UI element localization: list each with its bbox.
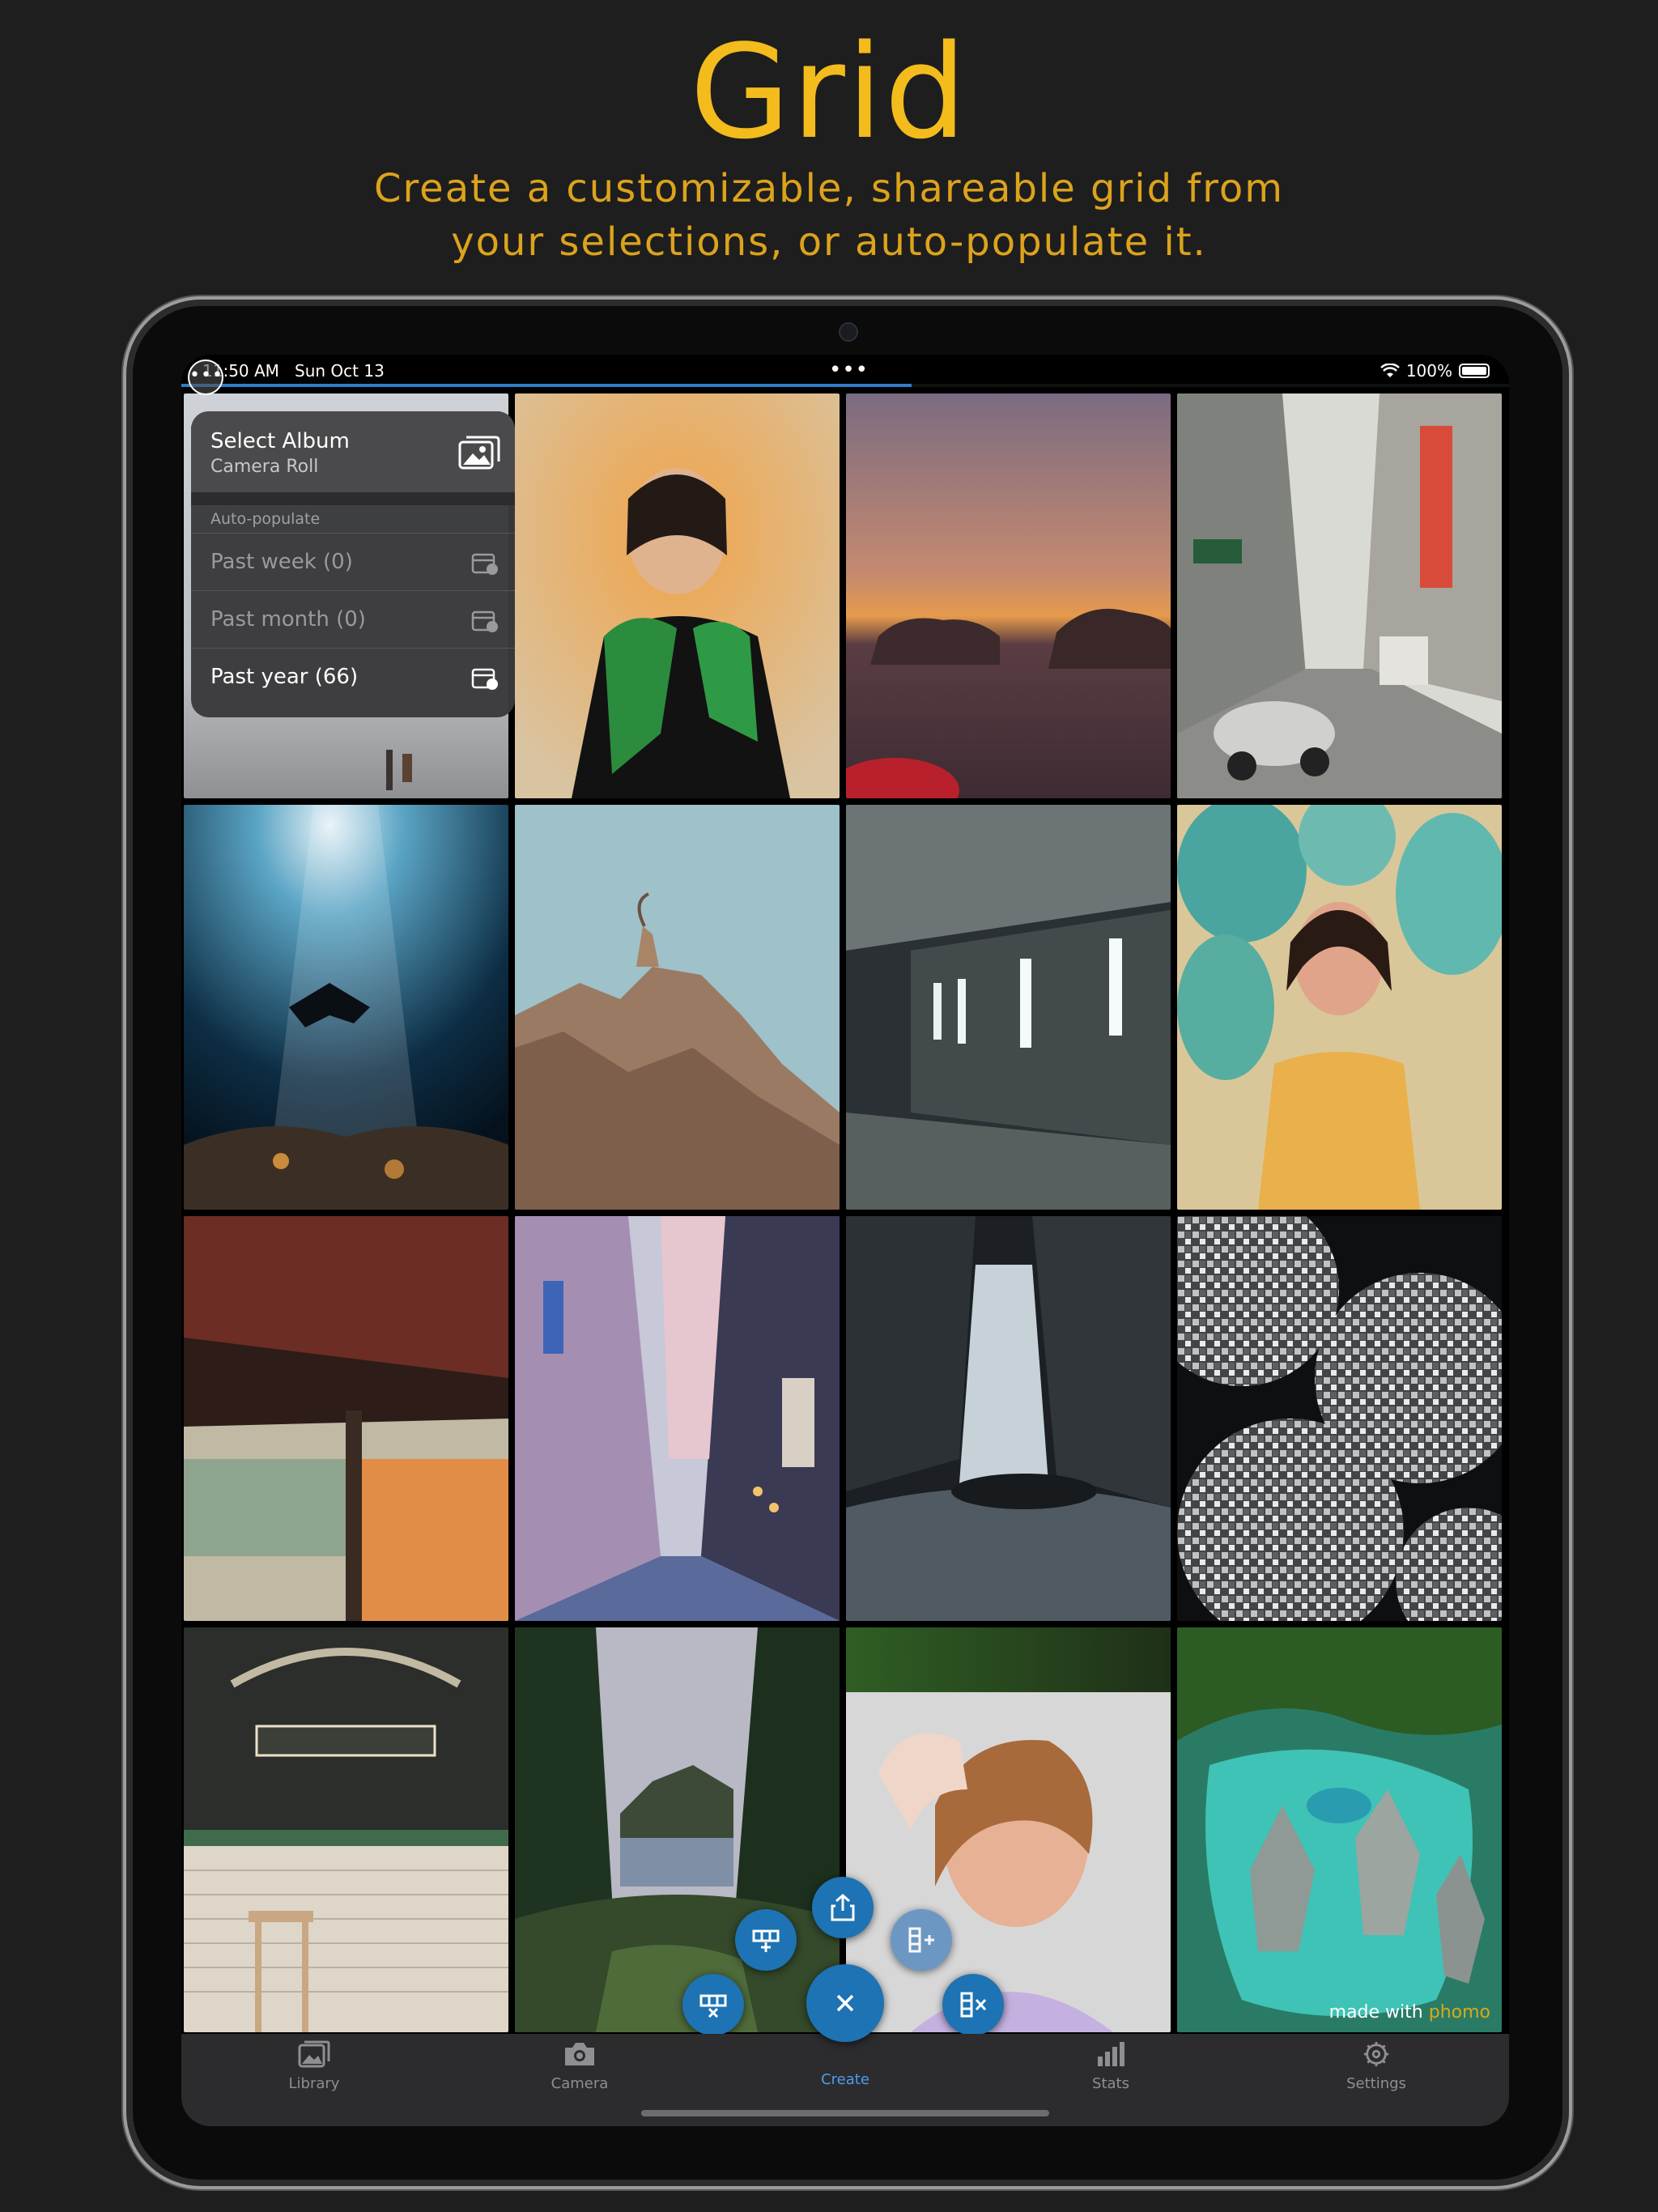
- tab-create[interactable]: Create: [780, 2040, 910, 2088]
- tab-library[interactable]: Library: [249, 2040, 379, 2092]
- grid-tile-10[interactable]: [515, 1216, 840, 1621]
- photo-album-icon: [458, 436, 500, 470]
- headline: Grid: [690, 16, 968, 168]
- select-album-label: Select Album: [210, 429, 350, 453]
- tab-settings[interactable]: Settings: [1312, 2040, 1441, 2092]
- battery-icon: [1459, 364, 1490, 378]
- add-column-icon: [908, 1927, 934, 1953]
- album-menu: Select Album Camera Roll Auto-populate P…: [191, 411, 515, 717]
- photo-woman-balloons: [1177, 805, 1502, 1210]
- photo-street-scooter: [1177, 393, 1502, 798]
- remove-column-icon: [960, 1992, 987, 2018]
- remove-column-button[interactable]: [942, 1974, 1004, 2035]
- photo-waterfall: [846, 1216, 1171, 1621]
- photo-ibex-on-rock: [515, 805, 840, 1210]
- share-button[interactable]: [812, 1877, 874, 1938]
- grid-tile-6[interactable]: [515, 805, 840, 1210]
- share-icon: [831, 1894, 855, 1921]
- calendar-add-icon: [471, 610, 498, 632]
- photo-city-alley: [515, 1216, 840, 1621]
- tab-bar: Library Camera Create Stats Settings: [181, 2034, 1509, 2126]
- grid-tile-12[interactable]: [1177, 1216, 1502, 1621]
- progress-fill: [181, 384, 912, 387]
- grid-tile-11[interactable]: [846, 1216, 1171, 1621]
- remove-row-icon: [699, 1994, 727, 2018]
- calendar-add-icon: [471, 553, 498, 575]
- grid-tile-14[interactable]: [515, 1627, 840, 2032]
- tab-camera[interactable]: Camera: [515, 2040, 644, 2092]
- photo-forest-coast: [515, 1627, 840, 2032]
- photo-burger-shop: [184, 1627, 508, 2032]
- remove-row-button[interactable]: [682, 1974, 744, 2035]
- battery-percent: 100%: [1405, 361, 1452, 381]
- auto-populate-label: Auto-populate: [210, 510, 321, 528]
- grid-tile-3[interactable]: [846, 393, 1171, 798]
- grid-tile-15[interactable]: [846, 1627, 1171, 2032]
- photo-library-icon: [298, 2040, 330, 2068]
- grid-tile-13[interactable]: [184, 1627, 508, 2032]
- subheadline-line-2: your selections, or auto-populate it.: [451, 219, 1207, 265]
- grid-tile-4[interactable]: [1177, 393, 1502, 798]
- photo-woman-hair: [846, 1627, 1171, 2032]
- photo-desert-sunset: [846, 393, 1171, 798]
- tab-stats[interactable]: Stats: [1046, 2040, 1175, 2092]
- calendar-add-icon: [471, 668, 498, 690]
- photo-lagoon-aerial: [1177, 1627, 1502, 2032]
- album-name: Camera Roll: [210, 457, 319, 477]
- bar-chart-icon: [1098, 2042, 1124, 2066]
- close-icon: [836, 1994, 854, 2012]
- multitasking-dots[interactable]: •••: [829, 358, 869, 382]
- photo-industrial-roof: [184, 1216, 508, 1621]
- status-right: 100%: [1380, 361, 1490, 381]
- ipad-screen: 11:50 AM Sun Oct 13 ••• 100% made with p…: [181, 355, 1509, 2126]
- grid-tile-8[interactable]: [1177, 805, 1502, 1210]
- status-time: 11:50 AM Sun Oct 13: [202, 361, 385, 381]
- grid-tile-16[interactable]: made with phomo: [1177, 1627, 1502, 2032]
- grid-tile-2[interactable]: [515, 393, 840, 798]
- add-column-button[interactable]: [891, 1909, 952, 1971]
- subheadline: Create a customizable, shareable grid fr…: [0, 162, 1658, 269]
- camera-icon: [565, 2043, 594, 2065]
- grid-tile-5[interactable]: [184, 805, 508, 1210]
- progress-track: [181, 384, 1509, 387]
- watermark-brand: phomo: [1428, 2002, 1490, 2023]
- past-week-option[interactable]: Past week (0): [191, 533, 515, 590]
- photo-woman-green-scarf: [515, 393, 840, 798]
- watermark: made with phomo: [1329, 2002, 1490, 2023]
- select-album-button[interactable]: Select Album Camera Roll: [191, 411, 515, 492]
- create-tab-spacer: [780, 2040, 910, 2068]
- grid-tile-7[interactable]: [846, 805, 1171, 1210]
- photo-parking-garage: [846, 805, 1171, 1210]
- menu-separator: [191, 492, 515, 505]
- status-bar: 11:50 AM Sun Oct 13 ••• 100%: [181, 355, 1509, 387]
- subheadline-line-1: Create a customizable, shareable grid fr…: [373, 166, 1284, 211]
- close-create-button[interactable]: [806, 1964, 884, 2042]
- wifi-icon: [1380, 364, 1400, 377]
- past-month-option[interactable]: Past month (0): [191, 590, 515, 648]
- home-indicator: [641, 2110, 1049, 2116]
- front-camera: [839, 322, 858, 342]
- more-options-button[interactable]: •••: [188, 359, 223, 395]
- gear-icon: [1363, 2041, 1389, 2067]
- grid-tile-9[interactable]: [184, 1216, 508, 1621]
- add-row-icon: [752, 1929, 780, 1952]
- photo-disco-balls: [1177, 1216, 1502, 1621]
- photo-underwater-diver: [184, 805, 508, 1210]
- past-year-option[interactable]: Past year (66): [191, 648, 515, 705]
- add-row-button[interactable]: [735, 1909, 797, 1971]
